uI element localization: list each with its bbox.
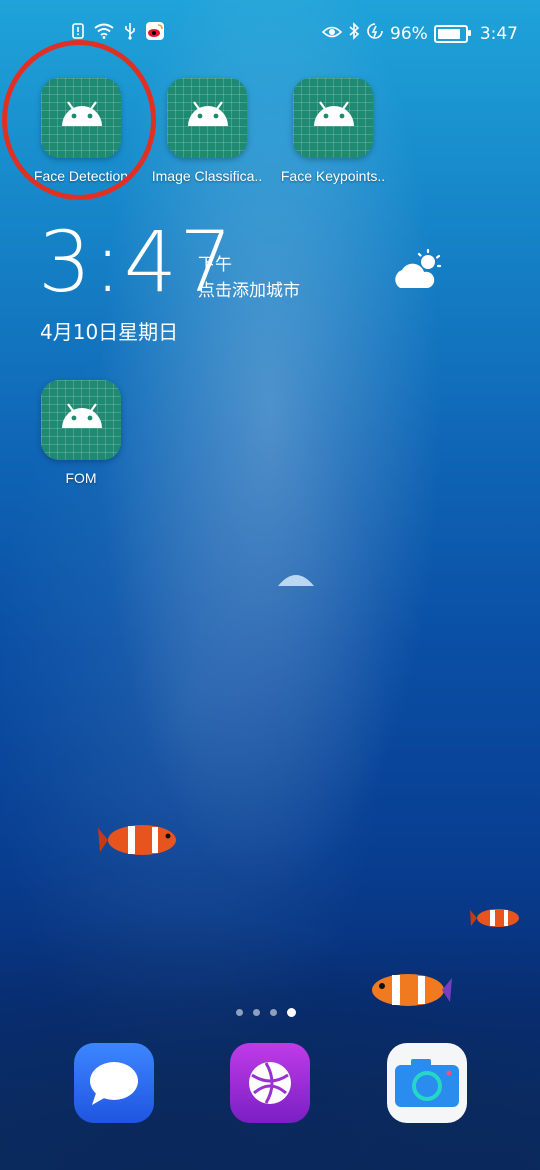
page-dot-active[interactable]	[287, 1008, 296, 1017]
app-label: FOM	[65, 470, 97, 486]
messages-icon[interactable]	[74, 1043, 154, 1123]
app-label: Image Classifica..	[151, 168, 263, 184]
clock-widget-date: 4月10日星期日	[40, 320, 179, 344]
status-time: 3:47	[479, 23, 518, 44]
clownfish-decoration	[470, 904, 524, 936]
clock-widget-info[interactable]: 下午 点击添加城市	[198, 252, 300, 304]
clock-period: 下午	[198, 255, 232, 275]
page-dot[interactable]	[236, 1009, 243, 1016]
partly-cloudy-icon[interactable]	[388, 248, 444, 292]
android-icon	[41, 380, 121, 460]
battery-icon	[433, 24, 471, 43]
app-fom[interactable]: FOM	[16, 380, 146, 486]
add-city-link[interactable]: 点击添加城市	[198, 278, 300, 304]
page-indicator[interactable]	[236, 1008, 296, 1017]
camera-icon[interactable]	[387, 1043, 467, 1123]
jellyfish-decoration	[276, 570, 316, 594]
page-dot[interactable]	[270, 1009, 277, 1016]
eye-comfort-icon	[321, 24, 343, 44]
browser-icon[interactable]	[230, 1043, 310, 1123]
android-icon	[293, 78, 373, 158]
wifi-icon	[94, 23, 114, 43]
charging-icon	[366, 22, 384, 45]
page-dot[interactable]	[253, 1009, 260, 1016]
usb-icon	[124, 22, 136, 44]
app-label: Face Keypoints..	[280, 168, 386, 184]
weibo-icon	[146, 22, 164, 44]
clownfish-decoration	[362, 966, 452, 1018]
battery-percent: 96%	[390, 23, 428, 44]
highlight-circle	[2, 40, 156, 200]
app-face-keypoints[interactable]: Face Keypoints..	[268, 78, 398, 184]
app-image-classification[interactable]: Image Classifica..	[142, 78, 272, 184]
bluetooth-icon	[348, 22, 360, 45]
clownfish-decoration	[98, 818, 184, 866]
android-icon	[167, 78, 247, 158]
wallpaper-reef	[0, 910, 540, 1170]
